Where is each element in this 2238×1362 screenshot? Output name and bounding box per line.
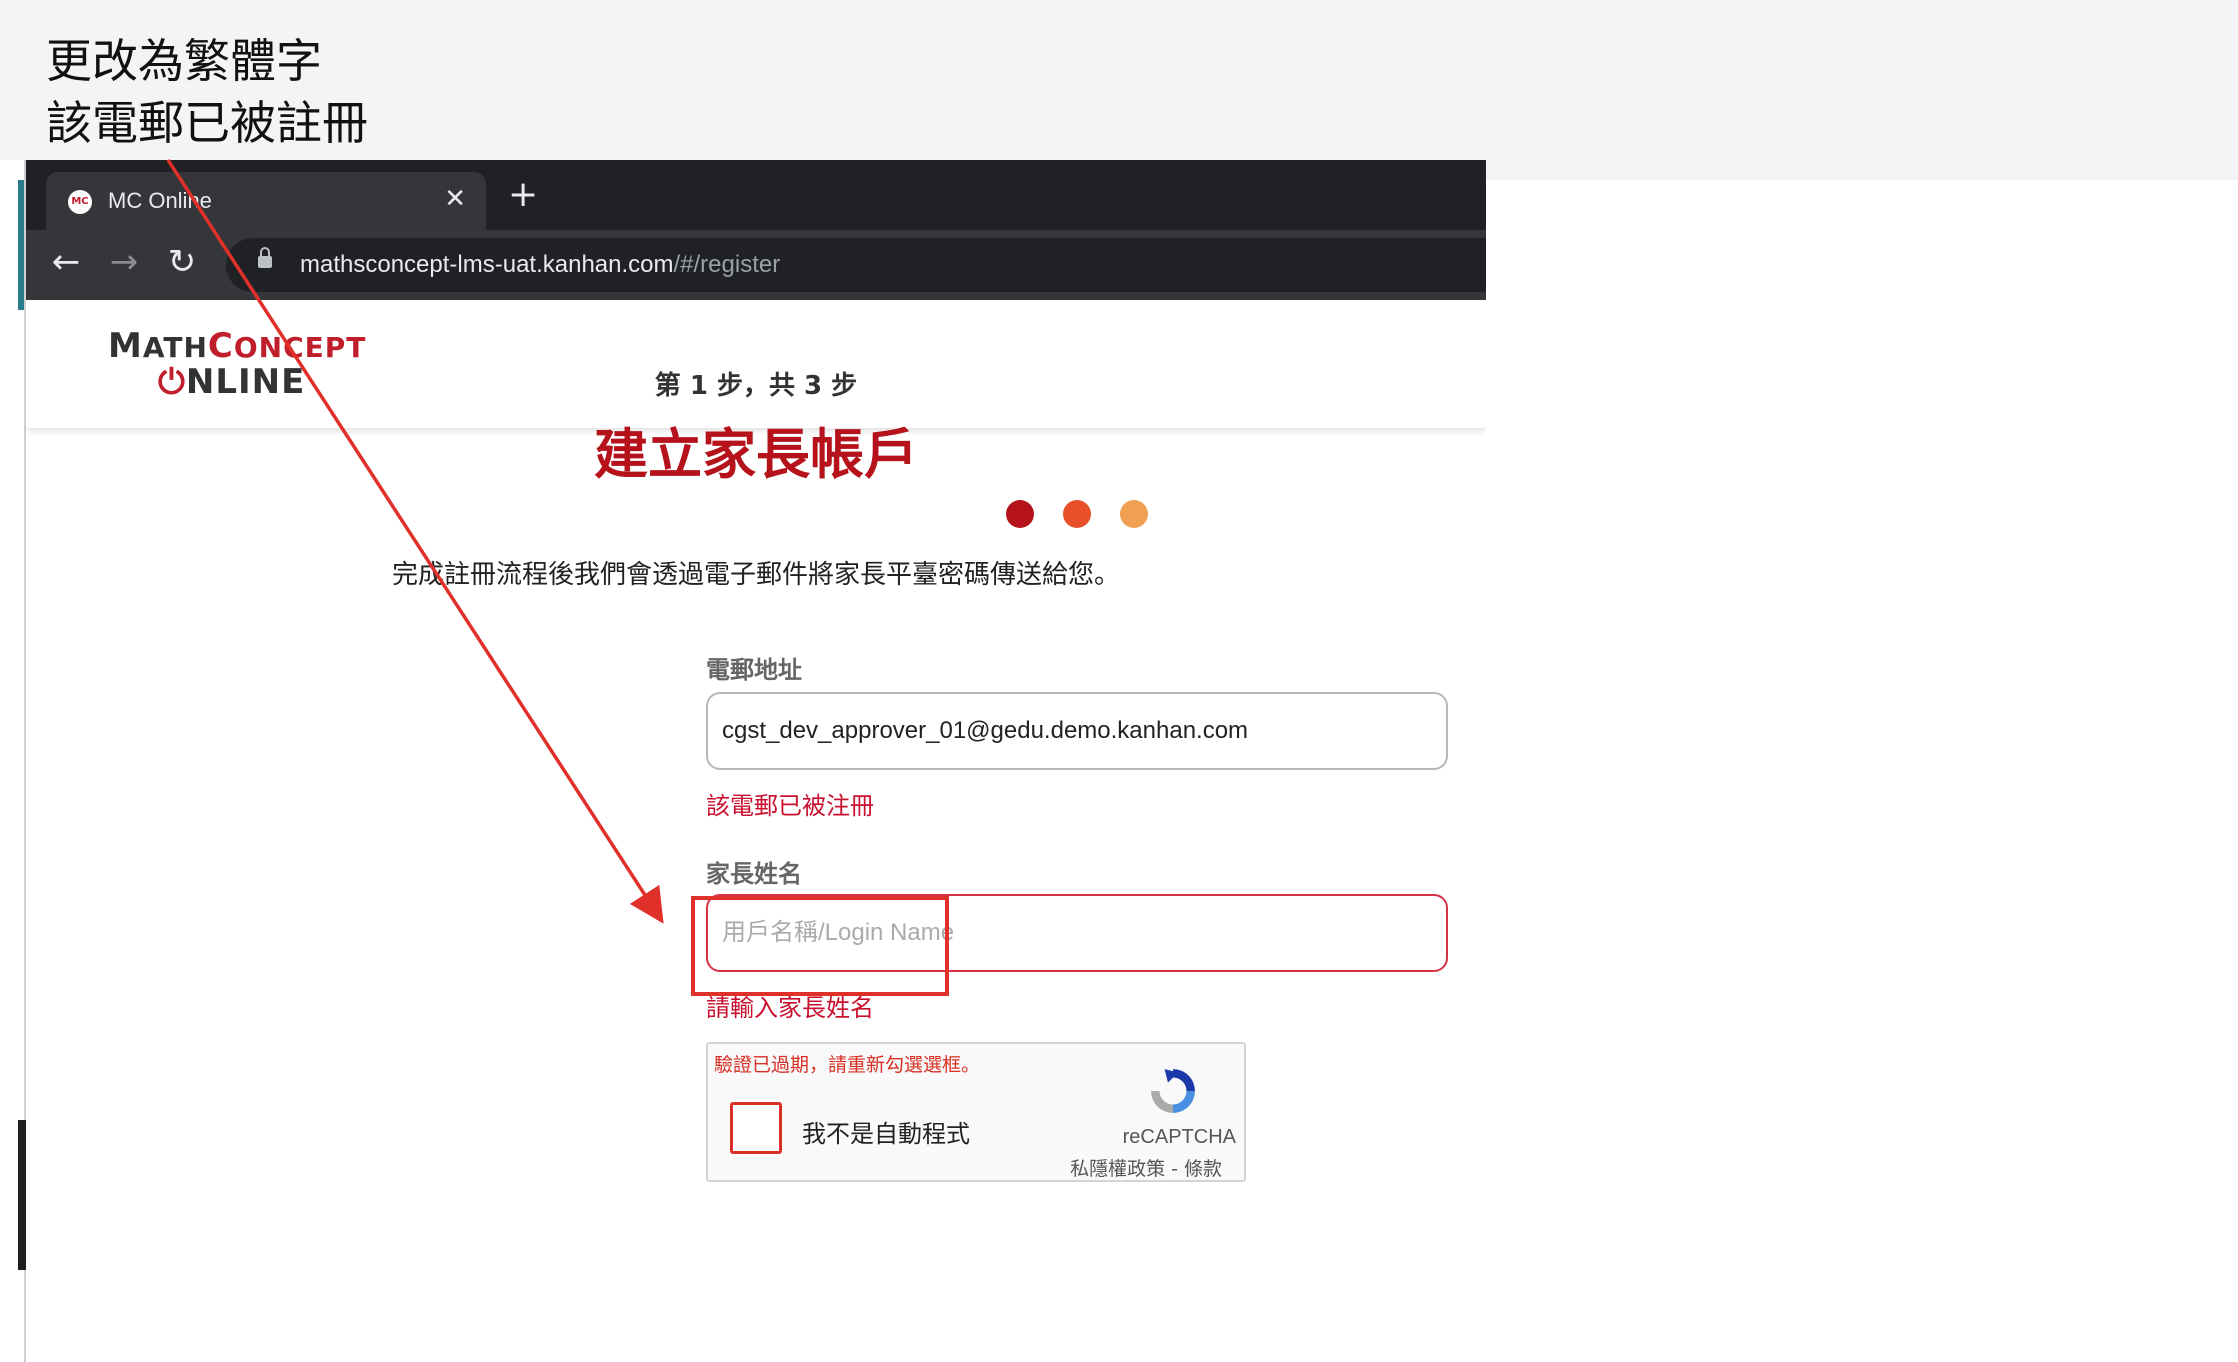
site-header: MATHCONCEPT ⏻NLINE xyxy=(26,300,1486,428)
annotation-note: 更改為繁體字 該電郵已被註冊 xyxy=(46,30,368,154)
lock-icon xyxy=(258,247,272,269)
progress-dot-3 xyxy=(1120,500,1148,528)
address-bar[interactable]: mathsconcept-lms-uat.kanhan.com/#/regist… xyxy=(226,238,1486,292)
new-tab-button[interactable]: + xyxy=(508,174,538,215)
recaptcha-brand: reCAPTCHA xyxy=(1122,1126,1236,1148)
annotation-line-1: 更改為繁體字 xyxy=(46,34,322,88)
edge-dark xyxy=(18,1120,26,1270)
parent-name-field[interactable] xyxy=(706,894,1448,972)
tab-bar: MC MC Online ✕ + xyxy=(26,160,1486,230)
back-icon[interactable]: ← xyxy=(46,242,86,282)
progress-dot-2 xyxy=(1063,500,1091,528)
recaptcha-privacy-terms-links[interactable]: 私隱權政策 - 條款 xyxy=(708,1154,1242,1181)
parent-name-label: 家長姓名 xyxy=(706,860,802,888)
tab-title: MC Online xyxy=(108,188,212,213)
background-window-edge xyxy=(0,160,26,1362)
annotation-line-2: 該電郵已被註冊 xyxy=(46,96,368,150)
forward-icon[interactable]: → xyxy=(104,242,144,282)
register-page: MATHCONCEPT ⏻NLINE 第 1 步，共 3 步 建立家長帳戶 完成… xyxy=(26,300,1486,1362)
recaptcha-icon xyxy=(1151,1069,1195,1113)
reload-icon[interactable]: ↻ xyxy=(162,242,202,282)
url-text[interactable]: mathsconcept-lms-uat.kanhan.com/#/regist… xyxy=(300,251,780,279)
close-icon[interactable]: ✕ xyxy=(444,184,466,214)
recaptcha-widget: 驗證已過期，請重新勾選選框。 我不是自動程式 reCAPTCHA 私隱權政策 -… xyxy=(706,1042,1246,1182)
step-indicator: 第 1 步，共 3 步 xyxy=(654,371,858,401)
progress-dot-1 xyxy=(1006,500,1034,528)
progress-dots xyxy=(1006,500,1148,530)
browser-toolbar: ← → ↻ mathsconcept-lms-uat.kanhan.com/#/… xyxy=(26,230,1486,300)
email-field[interactable] xyxy=(706,692,1448,770)
edge-accent xyxy=(18,180,24,310)
email-error: 該電郵已被注冊 xyxy=(706,792,874,820)
form-description: 完成註冊流程後我們會透過電子郵件將家長平臺密碼傳送給您。 xyxy=(391,560,1120,590)
browser-tab[interactable]: MC MC Online ✕ xyxy=(46,172,486,230)
recaptcha-expired-message: 驗證已過期，請重新勾選選框。 xyxy=(714,1054,981,1076)
page-title: 建立家長帳戶 xyxy=(594,422,918,486)
favicon-icon: MC xyxy=(68,190,92,214)
annotation-band: 更改為繁體字 該電郵已被註冊 xyxy=(0,0,2238,180)
browser-window: MC MC Online ✕ + ← → ↻ mathsconcept-lms-… xyxy=(26,160,1486,1362)
email-label: 電郵地址 xyxy=(706,656,802,684)
parent-name-error: 請輸入家長姓名 xyxy=(706,994,874,1022)
